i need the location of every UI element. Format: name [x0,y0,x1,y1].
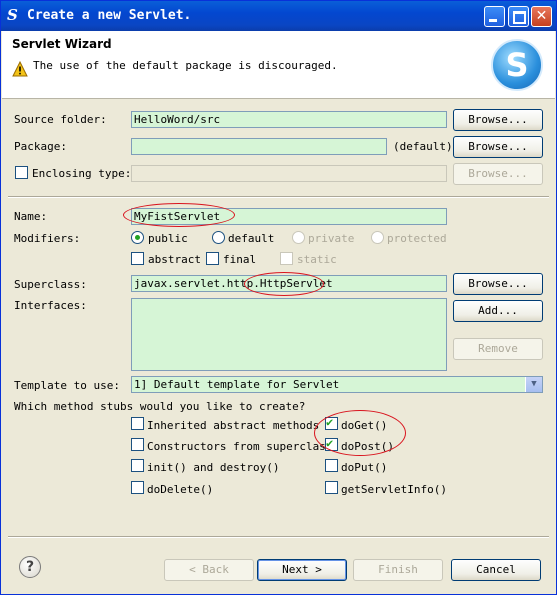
stub-dodelete-checkbox[interactable] [131,481,144,494]
stub-inherited-label: Inherited abstract methods [147,419,320,432]
finish-button: Finish [353,559,443,581]
modifiers-label: Modifiers: [14,232,81,245]
modifier-default-label: default [228,232,275,245]
stub-constructors-label: Constructors from superclass [147,440,333,453]
wizard-title: Servlet Wizard [12,37,112,51]
interfaces-add-button[interactable]: Add... [453,300,543,322]
modifier-private-label: private [308,232,355,245]
modifier-static-checkbox [280,252,293,265]
maximize-icon [513,11,526,24]
close-icon: ✕ [535,8,548,24]
annotation-ellipse-stubs [314,410,406,456]
source-folder-label: Source folder: [14,113,107,126]
stub-dodelete-label: doDelete() [147,483,214,496]
template-select[interactable]: 1] Default template for Servlet ▼ [131,376,543,393]
modifier-abstract-checkbox[interactable] [131,252,144,265]
warning-icon [12,61,28,77]
package-default-hint: (default) [393,140,453,153]
help-icon[interactable]: ? [19,556,41,578]
modifier-private-radio [292,231,305,244]
package-browse-button[interactable]: Browse... [453,136,543,158]
servlet-wizard-window: S Create a new Servlet. ✕ Servlet Wizard… [0,0,557,595]
modifier-default-radio[interactable] [212,231,225,244]
next-button[interactable]: Next > [257,559,347,581]
enclosing-type-field [131,165,447,182]
stub-init-destroy-label: init() and destroy() [147,461,280,474]
chevron-down-icon[interactable]: ▼ [525,377,542,392]
separator [8,196,549,198]
stub-doput-checkbox[interactable] [325,459,338,472]
method-stubs-question: Which method stubs would you like to cre… [14,400,306,413]
eclipse-app-icon: S [7,6,18,24]
name-label: Name: [14,210,48,223]
stub-inherited-checkbox[interactable] [131,417,144,430]
servlet-wizard-logo-icon: S [491,39,543,91]
warning-message: The use of the default package is discou… [33,59,338,72]
template-label: Template to use: [14,379,120,392]
stub-constructors-checkbox[interactable] [131,438,144,451]
modifier-protected-label: protected [387,232,447,245]
modifier-public-label: public [148,232,188,245]
template-select-value: 1] Default template for Servlet [134,378,340,391]
title-bar[interactable]: S Create a new Servlet. ✕ [1,1,556,31]
source-folder-field[interactable]: HelloWord/src [131,111,447,128]
enclosing-type-checkbox[interactable] [15,166,28,179]
modifier-static-label: static [297,253,337,266]
close-button[interactable]: ✕ [531,6,552,27]
cancel-button[interactable]: Cancel [451,559,541,581]
stub-init-destroy-checkbox[interactable] [131,459,144,472]
minimize-button[interactable] [484,6,505,27]
enclosing-type-browse-button: Browse... [453,163,543,185]
package-field[interactable] [131,138,387,155]
minimize-icon [489,19,497,22]
stub-getservletinfo-label: getServletInfo() [341,483,447,496]
modifier-final-checkbox[interactable] [206,252,219,265]
interfaces-remove-button: Remove [453,338,543,360]
stub-getservletinfo-checkbox[interactable] [325,481,338,494]
interfaces-list[interactable] [131,298,447,371]
superclass-label: Superclass: [14,278,87,291]
annotation-ellipse-superclass [244,272,324,296]
modifier-abstract-label: abstract [148,253,201,266]
superclass-browse-button[interactable]: Browse... [453,273,543,295]
interfaces-label: Interfaces: [14,299,87,312]
back-button: < Back [164,559,254,581]
source-folder-browse-button[interactable]: Browse... [453,109,543,131]
annotation-ellipse-name [123,203,235,227]
package-label: Package: [14,140,67,153]
enclosing-type-label: Enclosing type: [32,167,132,180]
footer-separator [8,536,549,538]
modifier-protected-radio [371,231,384,244]
maximize-button[interactable] [508,6,529,27]
modifier-public-radio[interactable] [131,231,144,244]
window-title: Create a new Servlet. [27,8,192,23]
stub-doput-label: doPut() [341,461,388,474]
modifier-final-label: final [223,253,257,266]
wizard-header: Servlet Wizard The use of the default pa… [2,31,555,99]
